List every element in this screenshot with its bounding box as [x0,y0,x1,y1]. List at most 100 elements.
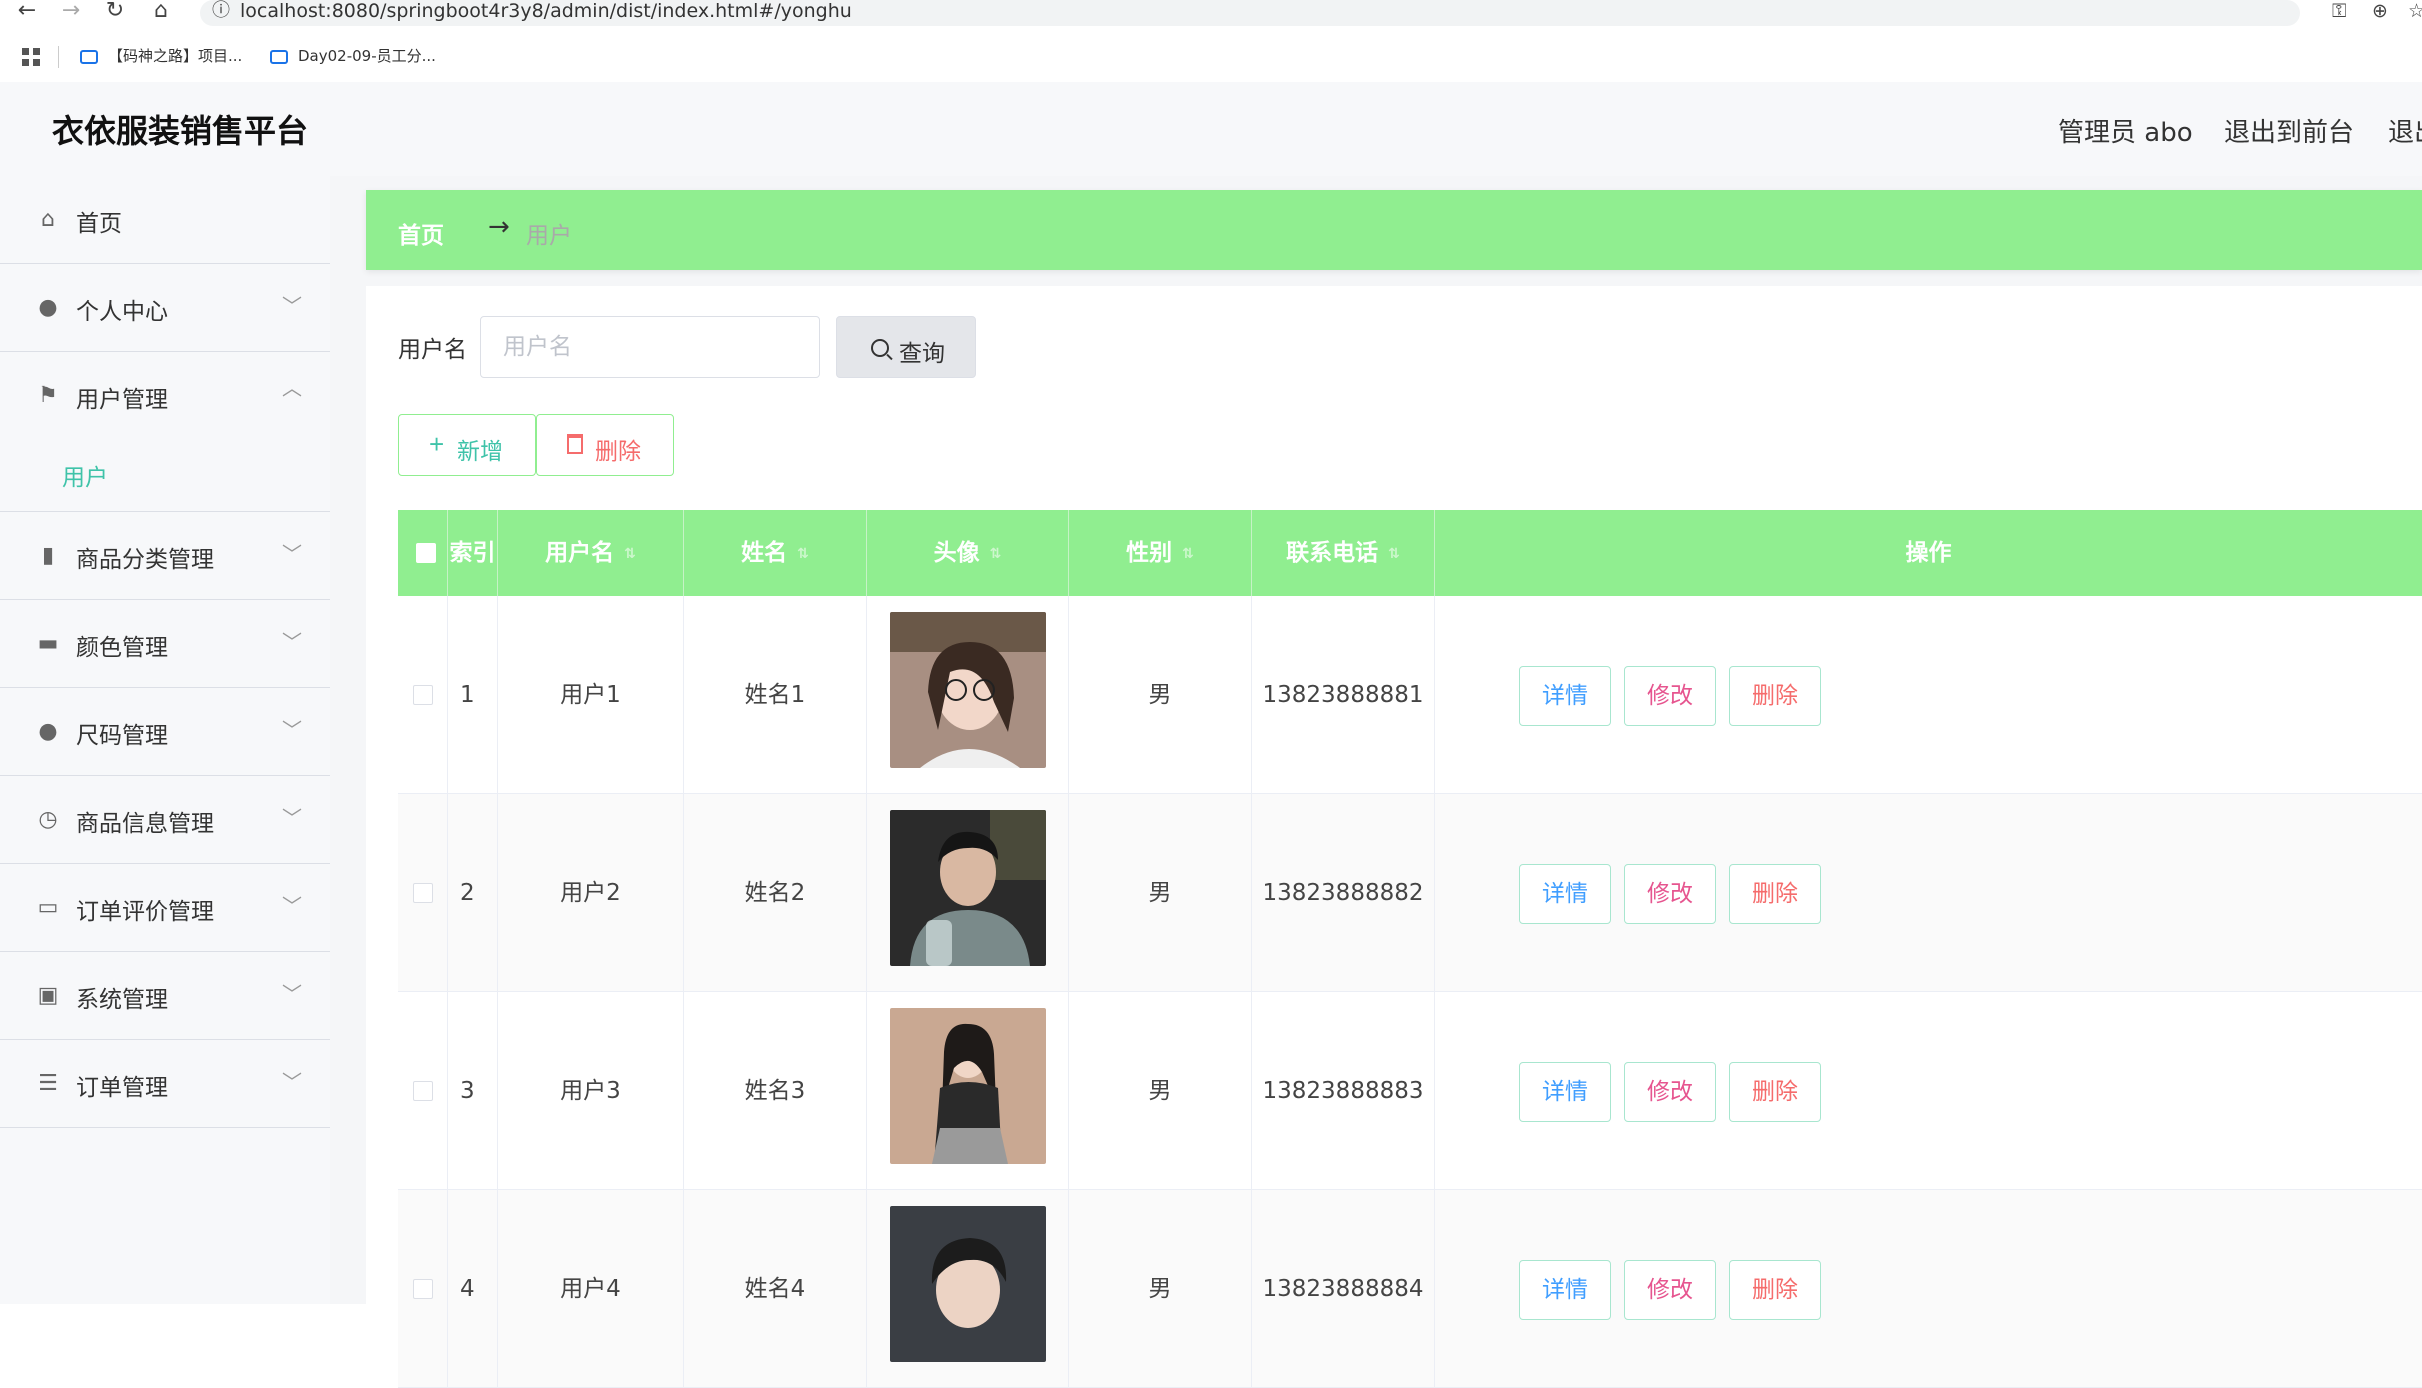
sidebar-item-category-management[interactable]: ▮ 商品分类管理 ﹀ [0,512,330,600]
sidebar-item-label: 订单评价管理 [76,899,214,925]
breadcrumb-home[interactable]: 首页 [398,216,444,250]
bookmark-label: Day02-09-员工分... [298,47,436,65]
chevron-down-icon: ﹀ [282,294,302,318]
view-button[interactable]: 详情 [1519,1062,1611,1122]
sidebar-item-label: 商品信息管理 [76,811,214,837]
delete-button[interactable]: 删除 [1729,1260,1821,1320]
cell-avatar [867,794,1069,992]
view-button[interactable]: 详情 [1519,864,1611,924]
bulb-icon: ● [38,719,58,744]
clock-icon: ◷ [38,807,58,832]
header-username[interactable]: 用户名 ⇅ [498,510,684,596]
cell-actions: 详情 修改 删除 [1435,992,2422,1190]
sidebar-item-review-management[interactable]: ▭ 订单评价管理 ﹀ [0,864,330,952]
cell-index: 4 [448,1190,498,1388]
cell-name: 姓名2 [684,794,867,992]
home-browser-icon[interactable]: ⌂ [146,0,176,24]
sort-icon[interactable]: ⇅ [1182,511,1194,597]
site-info-icon[interactable]: ⓘ [206,0,236,24]
bar-chart-icon: ▮ [41,543,55,568]
delete-button-label: 删除 [595,438,641,464]
cell-name: 姓名4 [684,1190,867,1388]
view-button[interactable]: 详情 [1519,666,1611,726]
forward-icon[interactable]: → [56,0,86,24]
sidebar-item-label: 颜色管理 [76,635,168,661]
header-name[interactable]: 姓名 ⇅ [684,510,867,596]
sidebar-item-size-management[interactable]: ● 尺码管理 ﹀ [0,688,330,776]
delete-button[interactable]: 删除 [1729,666,1821,726]
header-phone[interactable]: 联系电话 ⇅ [1252,510,1435,596]
url-text[interactable]: localhost:8080/springboot4r3y8/admin/dis… [240,0,852,22]
batch-delete-button[interactable]: 删除 [536,414,674,476]
sidebar-item-color-management[interactable]: ▬ 颜色管理 ﹀ [0,600,330,688]
cell-index: 3 [448,992,498,1190]
browser-toolbar: ← → ↻ ⌂ ⓘ localhost:8080/springboot4r3y8… [0,0,2422,32]
cell-avatar [867,992,1069,1190]
chevron-down-icon: ﹀ [282,894,302,918]
cell-phone: 13823888883 [1252,992,1435,1190]
edit-button[interactable]: 修改 [1624,666,1716,726]
row-checkbox[interactable] [413,883,433,903]
cell-avatar [867,1190,1069,1388]
bookmark-item[interactable]: Day02-09-员工分... [270,38,436,74]
sort-icon[interactable]: ⇅ [1388,511,1400,597]
row-checkbox[interactable] [413,1279,433,1299]
cell-username: 用户3 [498,992,684,1190]
edit-button[interactable]: 修改 [1624,864,1716,924]
edit-button[interactable]: 修改 [1624,1260,1716,1320]
row-checkbox[interactable] [413,1081,433,1101]
star-icon[interactable]: ☆ [2408,0,2422,22]
sidebar-item-home[interactable]: ⌂ 首页 [0,176,330,264]
sidebar-item-user-management[interactable]: ⚑ 用户管理 ︿ 用户 [0,352,330,512]
bookmarks-bar: 【码神之路】项目... Day02-09-员工分... [0,38,2422,78]
bookmark-item[interactable]: 【码神之路】项目... [80,38,242,74]
edit-button[interactable]: 修改 [1624,1062,1716,1122]
chevron-down-icon: ﹀ [282,806,302,830]
sidebar-item-system-management[interactable]: ▣ 系统管理 ﹀ [0,952,330,1040]
app-title: 衣依服装销售平台 [52,112,309,150]
cell-username: 用户4 [498,1190,684,1388]
sort-icon[interactable]: ⇅ [990,511,1002,597]
sidebar-item-label: 尺码管理 [76,723,168,749]
header-gender[interactable]: 性别 ⇅ [1069,510,1252,596]
sidebar-item-personal-center[interactable]: ● 个人中心 ﹀ [0,264,330,352]
sidebar-item-order-management[interactable]: ☰ 订单管理 ﹀ [0,1040,330,1128]
sidebar-subitem-user[interactable]: 用户 [62,458,108,492]
back-icon[interactable]: ← [12,0,42,24]
add-button[interactable]: + 新增 [398,414,536,476]
cell-index: 2 [448,794,498,992]
delete-button[interactable]: 删除 [1729,1062,1821,1122]
sidebar-item-product-management[interactable]: ◷ 商品信息管理 ﹀ [0,776,330,864]
header-avatar[interactable]: 头像 ⇅ [867,510,1069,596]
sort-icon[interactable]: ⇅ [624,511,636,597]
exit-to-front-link[interactable]: 退出到前台 [2224,112,2354,149]
header-index: 索引 [448,510,498,596]
row-checkbox[interactable] [413,685,433,705]
select-all-checkbox[interactable] [416,543,436,563]
search-icon [871,339,889,357]
view-button[interactable]: 详情 [1519,1260,1611,1320]
logout-link[interactable]: 退出登录 [2388,112,2422,149]
main-content: 首页 → 用户 用户名 查询 + 新增 删除 索引 用户名 ⇅ 姓名 ⇅ [330,176,2422,1388]
delete-button[interactable]: 删除 [1729,864,1821,924]
admin-user-label: 管理员 abo [2058,118,2193,148]
monitor-icon: ▬ [37,631,59,656]
reload-icon[interactable]: ↻ [100,0,130,24]
apps-icon[interactable] [22,48,40,66]
avatar-image [890,1206,1046,1362]
breadcrumb: 首页 → 用户 [366,190,2422,270]
row-select-cell [398,794,448,992]
bookmark-divider [58,46,59,68]
key-icon[interactable]: ⚿ [2332,0,2346,22]
cell-phone: 13823888882 [1252,794,1435,992]
cell-phone: 13823888884 [1252,1190,1435,1388]
home-icon: ⌂ [41,207,55,232]
sort-icon[interactable]: ⇅ [797,511,809,597]
header-select-cell [398,510,448,596]
search-button[interactable]: 查询 [836,316,976,378]
avatar-image [890,612,1046,768]
chevron-down-icon: ﹀ [282,982,302,1006]
chat-icon: ▭ [37,895,59,920]
zoom-icon[interactable]: ⊕ [2372,0,2388,22]
username-search-input[interactable] [480,316,820,378]
